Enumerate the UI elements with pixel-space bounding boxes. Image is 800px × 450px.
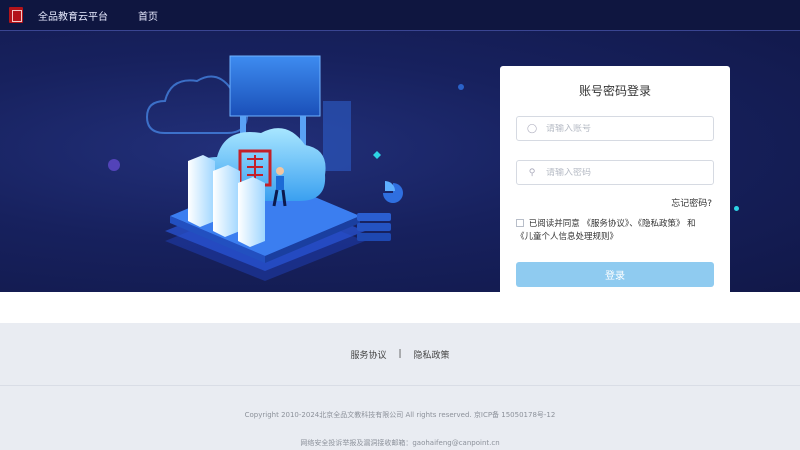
agree-separator: 、 xyxy=(629,219,638,229)
forgot-password-link[interactable]: 忘记密码? xyxy=(671,196,712,209)
user-icon: ◯ xyxy=(527,123,538,134)
hero-banner: 账号密码登录 ◯ ⚲ 忘记密码? 已阅读并同意 《服务协议》、《隐私政策》 和 … xyxy=(0,31,800,292)
logo-icon[interactable] xyxy=(9,7,23,23)
password-input[interactable] xyxy=(546,167,706,178)
agree-prefix: 已阅读并同意 xyxy=(528,219,580,229)
copyright-text: Copyright 2010-2024北京全品文教科技有限公司 All righ… xyxy=(244,411,556,419)
report-email-text: 网络安全投诉举报及漏洞接收邮箱：gaohaifeng@canpoint.cn xyxy=(300,439,500,447)
account-field[interactable]: ◯ xyxy=(516,116,714,141)
key-icon: ⚲ xyxy=(528,167,536,178)
brand-name[interactable]: 全品教育云平台 xyxy=(38,8,108,23)
password-field[interactable]: ⚲ xyxy=(516,160,714,185)
service-agreement-link[interactable]: 《服务协议》 xyxy=(582,219,629,229)
footer-service-link[interactable]: 服务协议 xyxy=(350,348,386,361)
children-rules-link[interactable]: 《儿童个人信息处理规则》 xyxy=(516,232,618,242)
footer-privacy-link[interactable]: 隐私政策 xyxy=(414,348,450,361)
footer-links: 服务协议 | 隐私政策 xyxy=(0,323,800,386)
top-bar: 全品教育云平台 首页 xyxy=(0,0,800,31)
login-panel: 账号密码登录 ◯ ⚲ 忘记密码? 已阅读并同意 《服务协议》、《隐私政策》 和 … xyxy=(500,66,730,292)
server-cloud-illustration xyxy=(145,55,403,281)
divider-band xyxy=(0,292,800,323)
account-input[interactable] xyxy=(546,123,706,134)
agreement-text: 已阅读并同意 《服务协议》、《隐私政策》 和 《儿童个人信息处理规则》 xyxy=(516,218,716,244)
login-title: 账号密码登录 xyxy=(578,84,651,98)
agree-and: 和 xyxy=(687,219,696,229)
nav-home-link[interactable]: 首页 xyxy=(138,8,158,23)
agree-checkbox[interactable] xyxy=(516,219,524,227)
footer-divider: | xyxy=(398,349,402,359)
privacy-policy-link[interactable]: 《隐私政策》 xyxy=(638,219,685,229)
login-button[interactable]: 登录 xyxy=(516,262,714,287)
